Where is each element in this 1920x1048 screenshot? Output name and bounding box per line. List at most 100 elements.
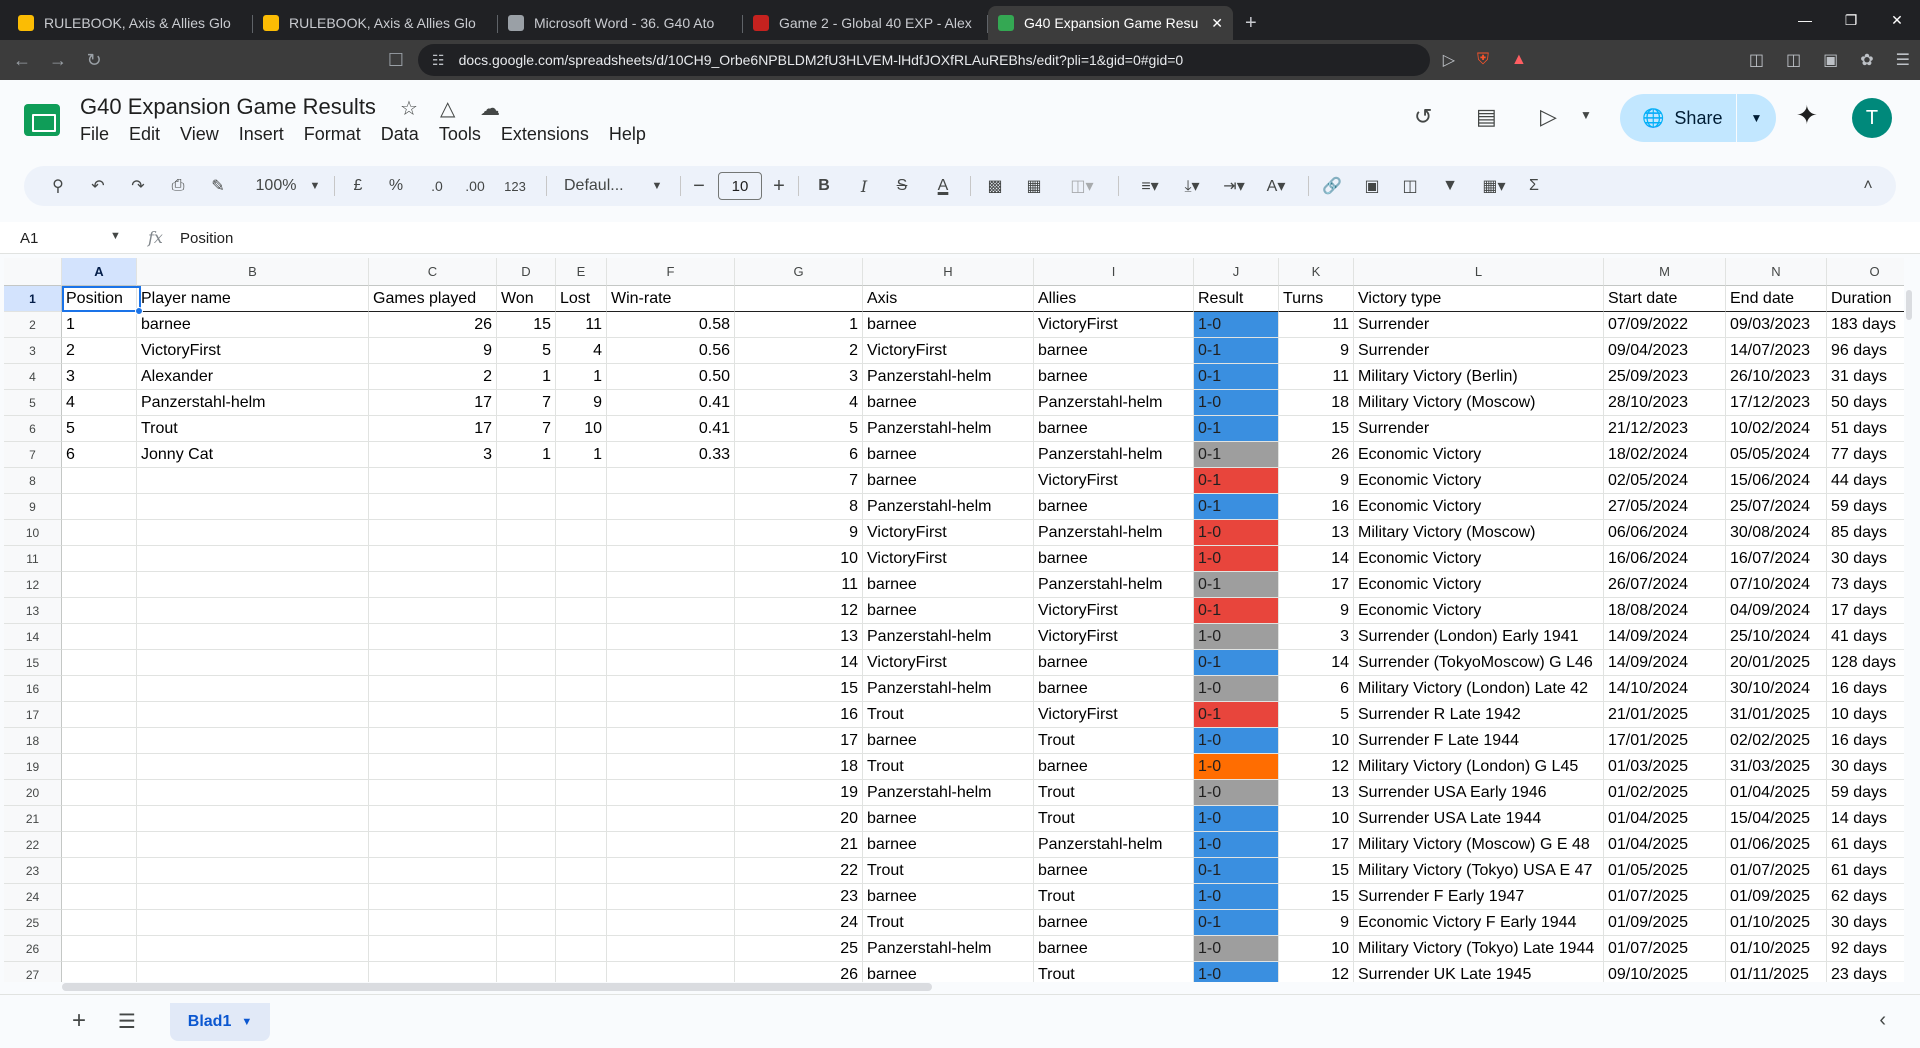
table-cell[interactable]: 85 days — [1827, 520, 1904, 546]
table-cell[interactable]: 2 — [735, 338, 863, 364]
table-cell[interactable] — [369, 650, 497, 676]
table-cell[interactable] — [556, 884, 607, 910]
comment-icon[interactable]: ▣ — [1358, 166, 1386, 206]
table-cell[interactable] — [556, 962, 607, 982]
table-cell[interactable]: 9 — [1279, 338, 1354, 364]
formula-input[interactable]: Position — [180, 230, 233, 247]
sidebar-icon[interactable]: ◫ — [1786, 50, 1801, 70]
row-header[interactable]: 13 — [4, 598, 62, 624]
table-cell[interactable]: 1-0 — [1194, 832, 1279, 858]
table-cell[interactable]: VictoryFirst — [863, 546, 1034, 572]
column-header[interactable]: N — [1726, 258, 1827, 286]
borders-icon[interactable]: ▦ — [1020, 166, 1048, 206]
row-header[interactable]: 1 — [4, 286, 62, 312]
row-header[interactable]: 6 — [4, 416, 62, 442]
increase-decimal-button[interactable]: .00 — [460, 166, 490, 206]
table-cell[interactable] — [607, 598, 735, 624]
table-cell[interactable]: 2 — [62, 338, 137, 364]
table-cell[interactable]: VictoryFirst — [1034, 468, 1194, 494]
row-header[interactable]: 26 — [4, 936, 62, 962]
table-cell[interactable] — [607, 546, 735, 572]
table-cell[interactable]: 02/05/2024 — [1604, 468, 1726, 494]
minimize-icon[interactable]: — — [1782, 12, 1828, 28]
table-cell[interactable]: Trout — [863, 702, 1034, 728]
table-cell[interactable] — [369, 598, 497, 624]
close-window-icon[interactable]: ✕ — [1874, 12, 1920, 29]
table-cell[interactable]: 17 — [1279, 572, 1354, 598]
table-cell[interactable] — [369, 858, 497, 884]
column-header[interactable]: E — [556, 258, 607, 286]
browser-tab[interactable]: RULEBOOK, Axis & Allies Glo — [8, 6, 253, 40]
column-header[interactable]: B — [137, 258, 369, 286]
table-cell[interactable] — [497, 858, 556, 884]
avatar[interactable]: T — [1852, 98, 1892, 138]
table-cell[interactable]: 26/07/2024 — [1604, 572, 1726, 598]
table-cell[interactable]: 10 days — [1827, 702, 1904, 728]
new-tab-icon[interactable]: + — [1233, 6, 1269, 40]
table-cell[interactable] — [137, 624, 369, 650]
table-cell[interactable] — [607, 832, 735, 858]
table-cell[interactable]: VictoryFirst — [1034, 702, 1194, 728]
table-cell[interactable]: 44 days — [1827, 468, 1904, 494]
column-header[interactable]: F — [607, 258, 735, 286]
table-cell[interactable]: 01/07/2025 — [1604, 936, 1726, 962]
table-cell[interactable]: 6 — [1279, 676, 1354, 702]
table-cell[interactable]: barnee — [1034, 754, 1194, 780]
row-header[interactable]: 21 — [4, 806, 62, 832]
table-cell[interactable]: Surrender F Late 1944 — [1354, 728, 1604, 754]
table-cell[interactable]: 10/02/2024 — [1726, 416, 1827, 442]
chevron-down-icon[interactable]: ▼ — [1580, 108, 1592, 122]
table-cell[interactable]: 14/09/2024 — [1604, 650, 1726, 676]
table-cell[interactable]: 41 days — [1827, 624, 1904, 650]
table-cell[interactable]: Trout — [1034, 962, 1194, 982]
reload-icon[interactable]: ↻ — [76, 50, 112, 71]
table-cell[interactable] — [607, 650, 735, 676]
header-cell[interactable]: Player name — [137, 286, 369, 312]
side-panel-toggle-icon[interactable]: ‹ — [1879, 1009, 1886, 1032]
table-cell[interactable]: 01/05/2025 — [1604, 858, 1726, 884]
gemini-icon[interactable]: ✦ — [1796, 100, 1818, 131]
table-cell[interactable]: 1-0 — [1194, 806, 1279, 832]
table-cell[interactable] — [497, 624, 556, 650]
table-cell[interactable] — [497, 546, 556, 572]
table-cell[interactable]: 10 — [1279, 936, 1354, 962]
table-cell[interactable] — [369, 676, 497, 702]
table-cell[interactable]: 0-1 — [1194, 650, 1279, 676]
table-cell[interactable]: 01/07/2025 — [1726, 858, 1827, 884]
table-cell[interactable]: 9 — [1279, 910, 1354, 936]
row-header[interactable]: 7 — [4, 442, 62, 468]
table-cell[interactable] — [369, 962, 497, 982]
table-cell[interactable]: 17 — [369, 416, 497, 442]
row-header[interactable]: 19 — [4, 754, 62, 780]
table-cell[interactable]: 128 days — [1827, 650, 1904, 676]
table-cell[interactable] — [137, 468, 369, 494]
table-cell[interactable]: 15/04/2025 — [1726, 806, 1827, 832]
row-header[interactable]: 4 — [4, 364, 62, 390]
table-cell[interactable] — [607, 806, 735, 832]
table-cell[interactable]: barnee — [1034, 910, 1194, 936]
install-icon[interactable]: ◫ — [1749, 50, 1764, 70]
table-cell[interactable]: Panzerstahl-helm — [1034, 832, 1194, 858]
strikethrough-button[interactable]: S — [890, 166, 914, 206]
table-cell[interactable]: 01/04/2025 — [1604, 806, 1726, 832]
row-header[interactable]: 9 — [4, 494, 62, 520]
table-cell[interactable]: 01/03/2025 — [1604, 754, 1726, 780]
table-cell[interactable] — [62, 806, 137, 832]
table-cell[interactable] — [607, 702, 735, 728]
table-cell[interactable]: 10 — [1279, 728, 1354, 754]
table-cell[interactable]: barnee — [1034, 338, 1194, 364]
collapse-toolbar-icon[interactable]: ˄ — [1856, 166, 1880, 206]
search-menus-icon[interactable]: ⚲ — [46, 166, 70, 206]
table-cell[interactable]: Economic Victory — [1354, 572, 1604, 598]
table-cell[interactable]: 14 — [1279, 650, 1354, 676]
table-cell[interactable]: 0-1 — [1194, 910, 1279, 936]
table-cell[interactable]: 25/10/2024 — [1726, 624, 1827, 650]
table-cell[interactable] — [137, 754, 369, 780]
column-header[interactable]: A — [62, 258, 137, 286]
table-cell[interactable]: 07/10/2024 — [1726, 572, 1827, 598]
table-cell[interactable] — [137, 910, 369, 936]
column-header[interactable]: L — [1354, 258, 1604, 286]
font-size-input[interactable]: 10 — [718, 172, 762, 200]
table-cell[interactable]: 17 — [735, 728, 863, 754]
table-cell[interactable]: 26 — [1279, 442, 1354, 468]
